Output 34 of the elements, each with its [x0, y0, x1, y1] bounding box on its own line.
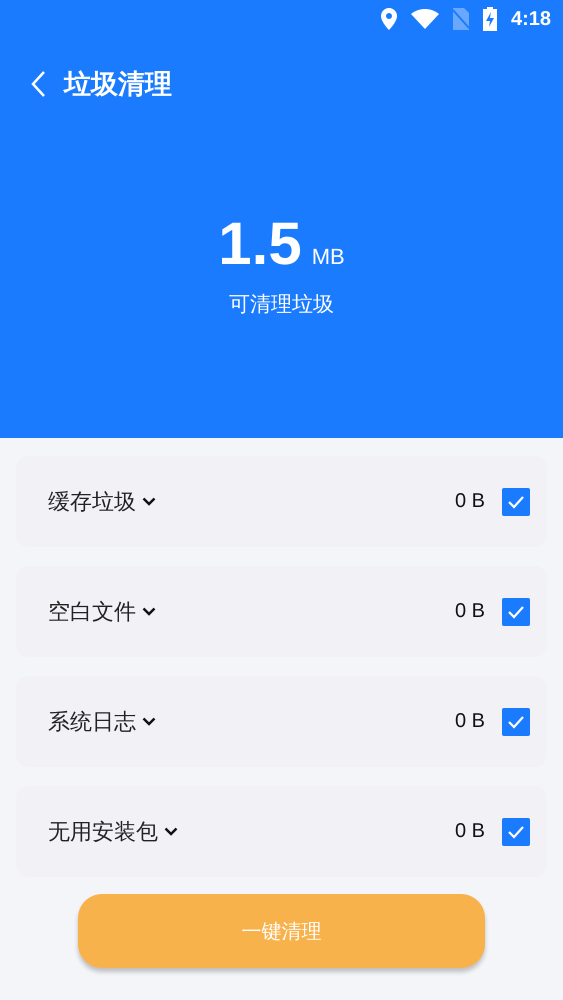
- category-size: 0 B: [454, 820, 485, 843]
- category-size: 0 B: [454, 710, 485, 733]
- checkmark-icon: [507, 824, 525, 838]
- wifi-icon: [410, 9, 439, 29]
- checkmark-icon: [507, 604, 525, 618]
- category-name: 缓存垃圾: [48, 488, 136, 516]
- chevron-down-icon[interactable]: [164, 827, 178, 836]
- page-title: 垃圾清理: [64, 68, 172, 102]
- summary-label: 可清理垃圾: [229, 291, 334, 318]
- checkbox[interactable]: [502, 598, 530, 626]
- junk-category-card[interactable]: 系统日志 0 B: [16, 676, 547, 767]
- junk-category-card[interactable]: 空白文件 0 B: [16, 566, 547, 657]
- junk-category-card[interactable]: 无用安装包 0 B: [16, 786, 547, 877]
- category-name: 空白文件: [48, 598, 136, 626]
- size-unit: MB: [312, 244, 345, 270]
- checkbox[interactable]: [502, 818, 530, 846]
- category-size: 0 B: [454, 600, 485, 623]
- junk-size: 1.5: [218, 214, 302, 274]
- checkbox[interactable]: [502, 708, 530, 736]
- category-name: 系统日志: [48, 708, 136, 736]
- chevron-down-icon[interactable]: [142, 607, 156, 616]
- category-size: 0 B: [454, 490, 485, 513]
- back-icon[interactable]: [30, 70, 46, 98]
- checkmark-icon: [507, 714, 525, 728]
- chevron-down-icon[interactable]: [142, 717, 156, 726]
- checkmark-icon: [507, 494, 525, 508]
- battery-charging-icon: [482, 7, 497, 31]
- category-name: 无用安装包: [48, 818, 158, 846]
- junk-category-card[interactable]: 缓存垃圾 0 B: [16, 456, 547, 547]
- checkbox[interactable]: [502, 488, 530, 516]
- status-time: 4:18: [510, 8, 551, 30]
- chevron-down-icon[interactable]: [142, 497, 156, 506]
- location-icon: [380, 8, 397, 30]
- no-sim-icon: [452, 8, 469, 30]
